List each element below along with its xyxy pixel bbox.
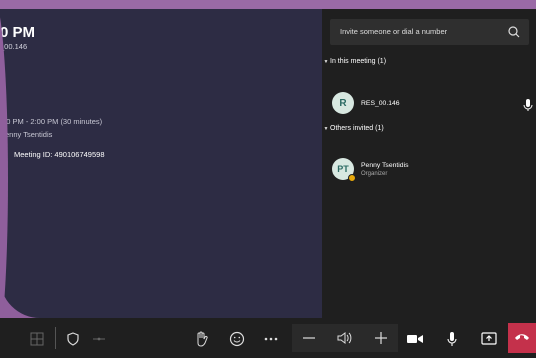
raise-hand-icon[interactable] (192, 330, 210, 348)
camera-icon[interactable] (406, 330, 424, 348)
invite-placeholder: Invite someone or dial a number (340, 27, 448, 36)
in-meeting-section[interactable]: ▼ In this meeting (1) (322, 58, 387, 65)
speaker-icon[interactable] (336, 329, 354, 347)
more-icon[interactable] (262, 330, 280, 348)
participants-panel: Invite someone or dial a number ▼ In thi… (322, 9, 536, 318)
volume-down-icon[interactable] (300, 329, 318, 347)
meeting-id-row: ⋮ Meeting ID: 490106749598 (0, 150, 105, 159)
search-icon[interactable] (507, 25, 521, 39)
others-invited-section[interactable]: ▼ Others invited (1) (322, 125, 384, 132)
meeting-window: 0 PM _00.146 :30 PM - 2:00 PM (30 minute… (0, 0, 536, 358)
avatar-initials: R (339, 97, 347, 109)
volume-group (292, 324, 398, 352)
meeting-time-title: 0 PM (0, 24, 36, 41)
grid-icon[interactable] (28, 330, 46, 348)
meeting-organizer: Penny Tsentidis (0, 130, 53, 139)
collapse-icon: ▼ (323, 125, 329, 132)
invite-search-input[interactable]: Invite someone or dial a number (330, 19, 529, 45)
meeting-schedule: :30 PM - 2:00 PM (30 minutes) (0, 117, 103, 126)
microphone-icon[interactable] (443, 330, 461, 348)
avatar-initials: PT (337, 164, 349, 174)
participant-name: RES_00.146 (361, 99, 400, 107)
window-top-strip (0, 0, 536, 9)
hangup-icon (514, 329, 530, 347)
shield-icon[interactable] (64, 330, 82, 348)
call-toolbar (0, 318, 536, 358)
avatar: PT (332, 158, 356, 182)
avatar: R (332, 92, 354, 114)
status-badge (348, 174, 356, 182)
hangup-button[interactable] (508, 323, 536, 353)
participant-name: Penny Tsentidis (361, 161, 409, 169)
meeting-id-text: Meeting ID: 490106749598 (14, 150, 105, 159)
collapse-icon: ▼ (323, 58, 329, 65)
microphone-icon[interactable] (523, 98, 533, 112)
in-meeting-label: In this meeting (1) (330, 58, 387, 65)
dialpad-icon[interactable] (90, 330, 108, 348)
participant-row[interactable]: PT Penny Tsentidis Organizer (332, 158, 409, 182)
others-invited-label: Others invited (1) (330, 125, 384, 132)
share-icon[interactable] (480, 330, 498, 348)
participant-row[interactable]: R RES_00.146 (332, 92, 400, 114)
meeting-stage: 0 PM _00.146 :30 PM - 2:00 PM (30 minute… (0, 9, 322, 318)
emoji-icon[interactable] (228, 330, 246, 348)
meeting-subtitle: _00.146 (0, 42, 28, 51)
participant-role: Organizer (361, 170, 388, 177)
volume-up-icon[interactable] (372, 329, 390, 347)
toolbar-divider (55, 327, 56, 349)
